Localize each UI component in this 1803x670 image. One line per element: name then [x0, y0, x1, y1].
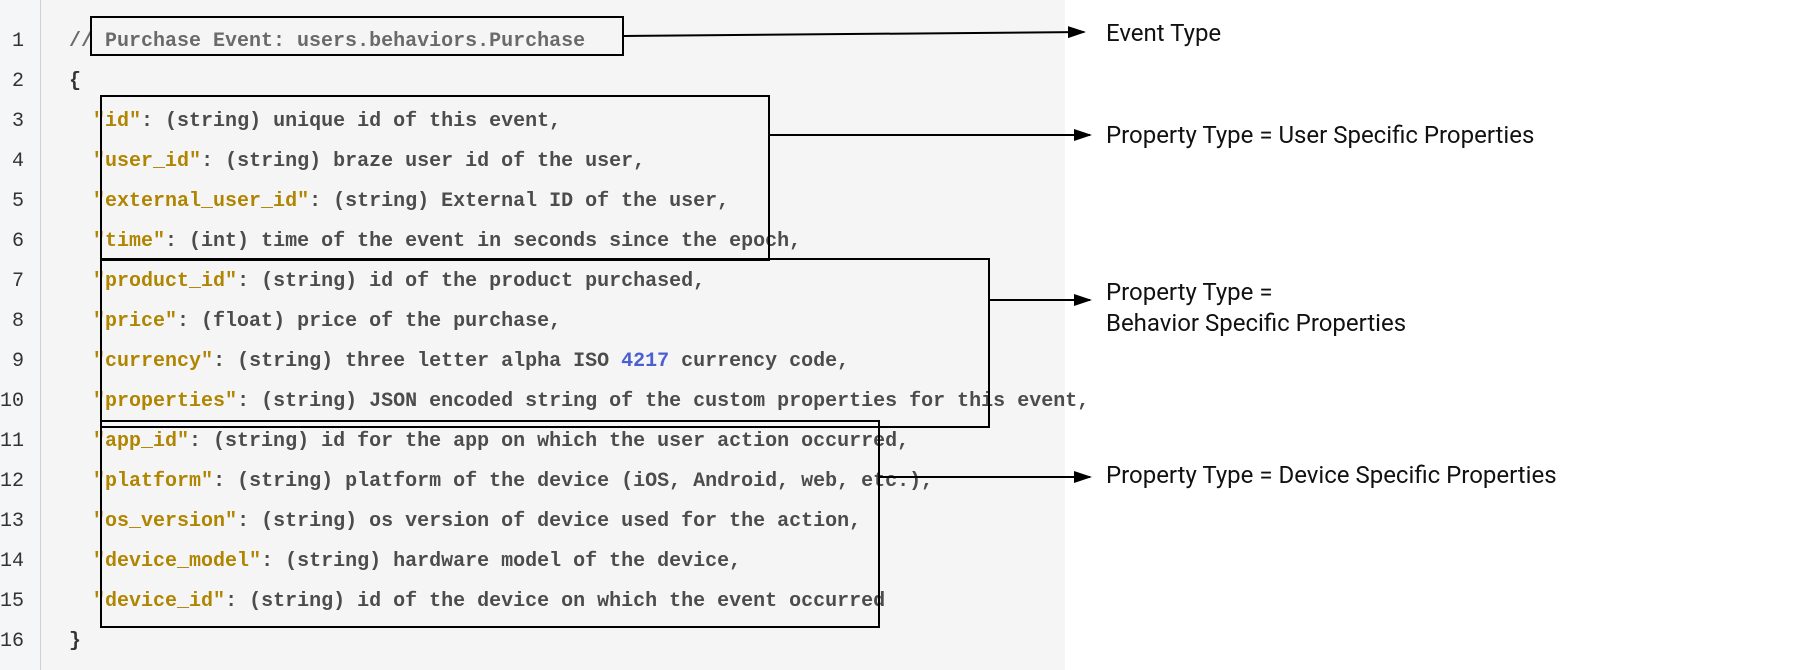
line-number: 7	[0, 262, 24, 302]
code-key: "external_user_id"	[93, 190, 309, 213]
code-line: "device_id": (string) id of the device o…	[69, 582, 1089, 622]
code-text: : (string) External ID of the user,	[309, 190, 729, 213]
line-number: 9	[0, 342, 24, 382]
code-key: "currency"	[93, 350, 213, 373]
code-text: : (string) id for the app on which the u…	[189, 430, 909, 453]
code-line: {	[69, 62, 1089, 102]
code-key: "device_model"	[93, 550, 261, 573]
code-line: "product_id": (string) id of the product…	[69, 262, 1089, 302]
label-event-type: Event Type	[1106, 18, 1221, 49]
label-behavior-properties: Property Type = Behavior Specific Proper…	[1106, 277, 1406, 339]
code-line: "user_id": (string) braze user id of the…	[69, 142, 1089, 182]
code-key: "id"	[93, 110, 141, 133]
label-device-properties: Property Type = Device Specific Properti…	[1106, 460, 1557, 491]
line-number: 4	[0, 142, 24, 182]
code-key: "app_id"	[93, 430, 189, 453]
line-number: 5	[0, 182, 24, 222]
line-number: 11	[0, 422, 24, 462]
line-number: 13	[0, 502, 24, 542]
code-text: : (string) hardware model of the device,	[261, 550, 741, 573]
label-user-properties: Property Type = User Specific Properties	[1106, 120, 1534, 151]
code-line: // Purchase Event: users.behaviors.Purch…	[69, 22, 1089, 62]
label-behavior-properties-line1: Property Type =	[1106, 278, 1273, 306]
code-text: : (string) unique id of this event,	[141, 110, 561, 133]
code-text: currency code,	[669, 350, 849, 373]
code-line: "properties": (string) JSON encoded stri…	[69, 382, 1089, 422]
code-line: "id": (string) unique id of this event,	[69, 102, 1089, 142]
code-line: "price": (float) price of the purchase,	[69, 302, 1089, 342]
code-text: : (string) os version of device used for…	[237, 510, 861, 533]
code-key: "price"	[93, 310, 177, 333]
code-text: : (int) time of the event in seconds sin…	[165, 230, 801, 253]
code-text: : (string) braze user id of the user,	[201, 150, 645, 173]
code-number: 4217	[621, 350, 669, 373]
code-brace-open: {	[69, 70, 81, 93]
code-text: : (string) platform of the device (iOS, …	[213, 470, 933, 493]
code-panel: 12345678910111213141516 // Purchase Even…	[0, 0, 1065, 670]
code-key: "time"	[93, 230, 165, 253]
line-number: 10	[0, 382, 24, 422]
code-line: "currency": (string) three letter alpha …	[69, 342, 1089, 382]
code-brace-close: }	[69, 630, 81, 653]
line-number: 16	[0, 622, 24, 662]
line-number: 6	[0, 222, 24, 262]
code-text: : (string) id of the device on which the…	[225, 590, 885, 613]
code-line: "os_version": (string) os version of dev…	[69, 502, 1089, 542]
label-behavior-properties-line2: Behavior Specific Properties	[1106, 309, 1406, 337]
code-line: }	[69, 622, 1089, 662]
code-key: "properties"	[93, 390, 237, 413]
line-number: 14	[0, 542, 24, 582]
line-number: 3	[0, 102, 24, 142]
code-key: "platform"	[93, 470, 213, 493]
code-line: "device_model": (string) hardware model …	[69, 542, 1089, 582]
code-key: "os_version"	[93, 510, 237, 533]
code-line: "platform": (string) platform of the dev…	[69, 462, 1089, 502]
line-number: 8	[0, 302, 24, 342]
code-line: "time": (int) time of the event in secon…	[69, 222, 1089, 262]
code-comment: // Purchase Event: users.behaviors.Purch…	[69, 30, 585, 53]
code-text: : (string) three letter alpha ISO	[213, 350, 621, 373]
code-key: "user_id"	[93, 150, 201, 173]
line-number: 15	[0, 582, 24, 622]
code-key: "device_id"	[93, 590, 225, 613]
code-key: "product_id"	[93, 270, 237, 293]
code-line: "external_user_id": (string) External ID…	[69, 182, 1089, 222]
line-number: 1	[0, 22, 24, 62]
line-number: 2	[0, 62, 24, 102]
code-text: : (string) JSON encoded string of the cu…	[237, 390, 1089, 413]
line-number-gutter: 12345678910111213141516	[0, 0, 41, 670]
code-text: : (string) id of the product purchased,	[237, 270, 705, 293]
code-text: : (float) price of the purchase,	[177, 310, 561, 333]
code-area: // Purchase Event: users.behaviors.Purch…	[41, 0, 1089, 670]
line-number: 12	[0, 462, 24, 502]
code-line: "app_id": (string) id for the app on whi…	[69, 422, 1089, 462]
